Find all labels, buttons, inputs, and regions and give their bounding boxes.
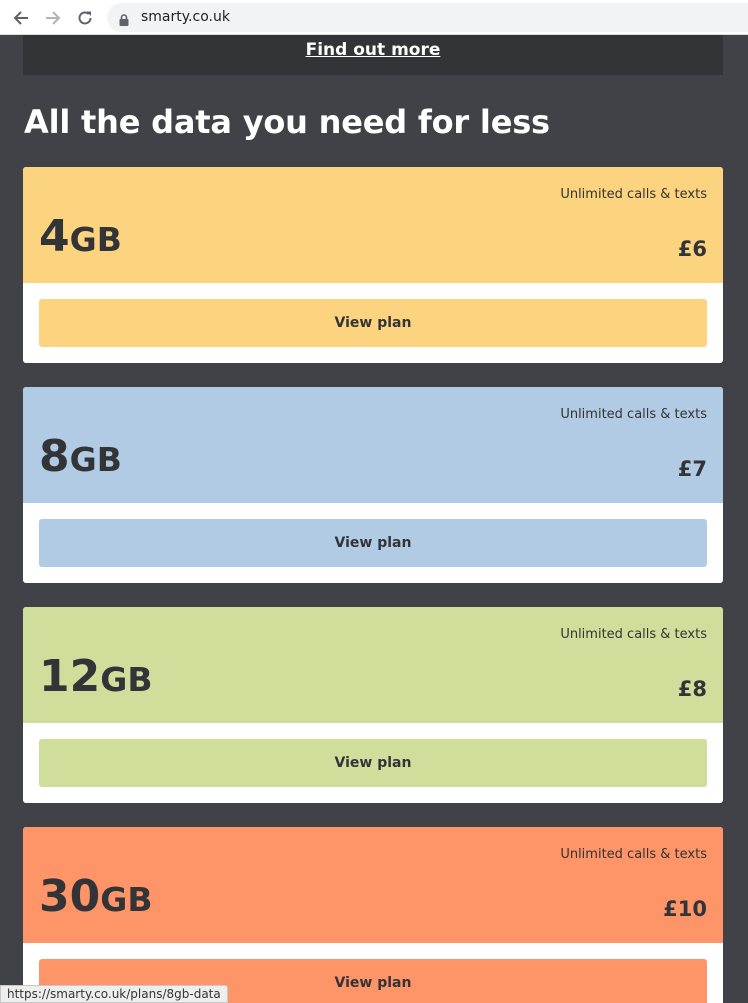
promo-banner: Find out more [23,35,723,75]
plan-data-unit: GB [69,440,122,479]
plan-price: £10 [663,897,707,921]
plan-calls-texts: Unlimited calls & texts [560,407,707,422]
plan-price: £6 [677,237,707,261]
plan-card-4gb: Unlimited calls & texts 4GB £6 View plan [23,167,723,363]
plan-data-number: 4 [39,211,70,262]
plan-data-number: 8 [39,431,70,482]
view-plan-button-12gb[interactable]: View plan [39,739,707,787]
view-plan-button-8gb[interactable]: View plan [39,519,707,567]
status-bar-link-preview: https://smarty.co.uk/plans/8gb-data [0,985,228,1003]
view-plan-button-4gb[interactable]: View plan [39,299,707,347]
plan-data-number: 12 [39,651,101,702]
plan-data-amount: 4GB [39,211,122,262]
plan-card-12gb: Unlimited calls & texts 12GB £8 View pla… [23,607,723,803]
plan-header: Unlimited calls & texts 12GB £8 [23,607,723,723]
plan-calls-texts: Unlimited calls & texts [560,847,707,862]
url-text: smarty.co.uk [141,9,230,25]
address-bar[interactable]: smarty.co.uk [107,3,748,32]
find-out-more-link[interactable]: Find out more [23,40,723,60]
plan-data-unit: GB [69,220,122,259]
plan-data-unit: GB [100,880,153,919]
plan-header: Unlimited calls & texts 4GB £6 [23,167,723,283]
plan-header: Unlimited calls & texts 30GB £10 [23,827,723,943]
plan-calls-texts: Unlimited calls & texts [560,627,707,642]
plan-data-unit: GB [100,660,153,699]
plan-data-amount: 8GB [39,431,122,482]
forward-arrow-icon[interactable] [42,7,64,29]
reload-icon[interactable] [74,7,96,29]
lock-icon [119,11,129,30]
plan-price: £7 [677,457,707,481]
plan-data-amount: 12GB [39,651,152,702]
page-heading: All the data you need for less [24,103,550,141]
plan-card-8gb: Unlimited calls & texts 8GB £7 View plan [23,387,723,583]
plan-header: Unlimited calls & texts 8GB £7 [23,387,723,503]
plan-data-number: 30 [39,871,101,922]
plan-price: £8 [677,677,707,701]
plan-data-amount: 30GB [39,871,152,922]
plan-card-30gb: Unlimited calls & texts 30GB £10 View pl… [23,827,723,1003]
back-arrow-icon[interactable] [10,7,32,29]
browser-toolbar: smarty.co.uk [0,0,748,35]
plan-calls-texts: Unlimited calls & texts [560,187,707,202]
